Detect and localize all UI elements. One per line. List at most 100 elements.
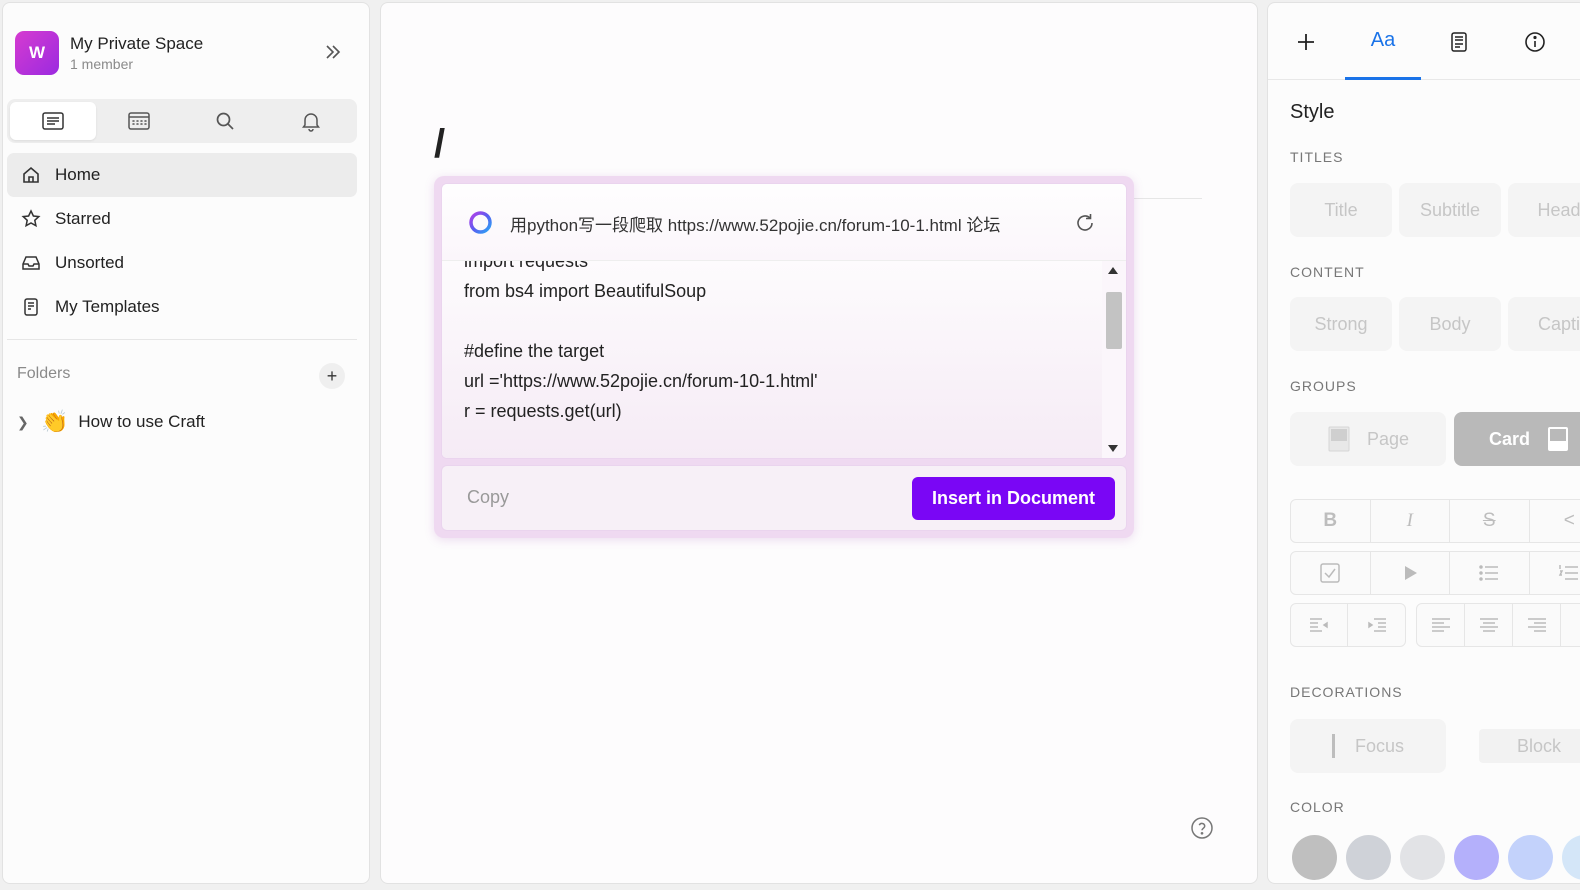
align-right-button[interactable] <box>1513 604 1561 646</box>
align-center-button[interactable] <box>1465 604 1513 646</box>
sidebar: W My Private Space 1 member Home Starred <box>2 2 370 884</box>
content-section-label: CONTENT <box>1290 264 1365 280</box>
outdent-button[interactable] <box>1291 604 1349 646</box>
style-title-chip[interactable]: Title <box>1290 183 1392 237</box>
help-icon[interactable] <box>1190 816 1214 840</box>
add-folder-button[interactable]: + <box>319 363 345 389</box>
sidebar-item-home[interactable]: Home <box>7 153 357 197</box>
color-swatch[interactable] <box>1454 835 1499 880</box>
tab-info[interactable] <box>1497 3 1573 80</box>
code-line: #define the target <box>464 341 605 361</box>
space-avatar[interactable]: W <box>15 31 59 75</box>
group-page-chip[interactable]: Page <box>1290 412 1446 466</box>
bold-button[interactable]: B <box>1291 500 1371 542</box>
code-line: r = requests.get(url) <box>464 401 622 421</box>
chevron-right-icon[interactable]: ❯ <box>17 414 33 431</box>
style-caption-chip[interactable]: Capti <box>1508 297 1580 351</box>
template-icon <box>24 298 38 316</box>
scroll-down-arrow-icon[interactable] <box>1108 445 1118 452</box>
editor-slash-command[interactable]: / <box>434 122 445 167</box>
code-line: from bs4 import BeautifulSoup <box>464 281 707 301</box>
space-name[interactable]: My Private Space <box>70 34 203 54</box>
notifications-button[interactable] <box>268 102 354 140</box>
alignment-toolbar <box>1416 603 1580 647</box>
color-swatch[interactable] <box>1400 835 1445 880</box>
document-info-icon <box>1451 31 1467 52</box>
numbered-list-icon <box>1559 565 1579 580</box>
plus-icon: + <box>326 365 338 386</box>
strikethrough-button[interactable]: S <box>1450 500 1530 542</box>
bullet-list-button[interactable] <box>1450 552 1530 594</box>
ai-prompt-text: 用python写一段爬取 https://www.52pojie.cn/foru… <box>510 216 1001 235</box>
indent-toolbar <box>1290 603 1406 647</box>
tab-style[interactable]: Aa <box>1345 3 1421 80</box>
style-heading-chip[interactable]: Head <box>1508 183 1580 237</box>
decoration-focus-chip[interactable]: Focus <box>1290 719 1446 773</box>
code-button[interactable]: < <box>1530 500 1580 542</box>
collapse-sidebar-icon[interactable] <box>322 41 344 63</box>
titles-section-label: TITLES <box>1290 149 1344 165</box>
calendar-view-button[interactable] <box>96 102 182 140</box>
view-switcher <box>7 99 357 143</box>
toggle-button[interactable] <box>1371 552 1450 594</box>
numbered-list-button[interactable] <box>1530 552 1580 594</box>
toggle-triangle-icon <box>1404 566 1417 580</box>
tab-document[interactable] <box>1421 3 1497 80</box>
align-left-button[interactable] <box>1417 604 1465 646</box>
color-swatch[interactable] <box>1508 835 1553 880</box>
indent-icon <box>1367 618 1386 632</box>
ai-assistant-icon <box>469 211 492 234</box>
checkbox-icon <box>1320 563 1340 583</box>
code-scrollbar[interactable] <box>1102 261 1126 458</box>
ai-prompt-row: 用python写一段爬取 https://www.52pojie.cn/foru… <box>442 184 1126 261</box>
sidebar-item-templates[interactable]: My Templates <box>7 285 357 329</box>
search-button[interactable] <box>182 102 268 140</box>
sidebar-divider <box>7 339 357 340</box>
code-line: import requests <box>464 261 589 271</box>
todo-button[interactable] <box>1291 552 1371 594</box>
outdent-icon <box>1310 618 1328 632</box>
style-strong-chip[interactable]: Strong <box>1290 297 1392 351</box>
insert-in-document-button[interactable]: Insert in Document <box>912 477 1115 520</box>
group-card-chip[interactable]: Card <box>1454 412 1580 466</box>
bell-icon <box>302 113 320 132</box>
home-icon <box>23 166 39 183</box>
group-card-label: Card <box>1489 428 1531 449</box>
folder-item[interactable]: ❯ 👏 How to use Craft <box>17 407 205 437</box>
groups-section-label: GROUPS <box>1290 378 1357 394</box>
decoration-block-chip[interactable]: Block <box>1474 719 1580 773</box>
documents-icon <box>42 112 64 130</box>
color-swatch[interactable] <box>1346 835 1391 880</box>
sidebar-item-starred[interactable]: Starred <box>7 197 357 241</box>
space-header[interactable]: W My Private Space 1 member <box>15 31 360 79</box>
copy-button[interactable]: Copy <box>467 487 509 508</box>
sidebar-item-label: My Templates <box>55 297 160 316</box>
indent-button[interactable] <box>1348 604 1405 646</box>
color-swatch[interactable] <box>1292 835 1337 880</box>
ai-actions-bar: Copy Insert in Document <box>441 465 1127 531</box>
scroll-up-arrow-icon[interactable] <box>1108 267 1118 274</box>
style-subtitle-chip[interactable]: Subtitle <box>1399 183 1501 237</box>
card-icon <box>1548 427 1569 451</box>
sidebar-nav: Home Starred Unsorted My Templates <box>7 153 357 329</box>
folder-emoji-icon: 👏 <box>41 409 69 434</box>
sidebar-item-unsorted[interactable]: Unsorted <box>7 241 357 285</box>
info-icon <box>1525 31 1545 52</box>
style-body-chip[interactable]: Body <box>1399 297 1501 351</box>
folders-heading: Folders <box>17 365 71 382</box>
tab-insert[interactable] <box>1268 3 1344 80</box>
align-center-icon <box>1479 618 1498 632</box>
code-line: url ='https://www.52pojie.cn/forum-10-1.… <box>464 371 818 391</box>
sidebar-item-label: Unsorted <box>55 253 124 272</box>
italic-button[interactable]: I <box>1371 500 1450 542</box>
ai-code-output[interactable]: import requests from bs4 import Beautifu… <box>442 261 1104 458</box>
star-icon <box>21 209 41 228</box>
documents-view-button[interactable] <box>10 102 96 140</box>
plus-icon <box>1298 33 1314 50</box>
align-justify-button[interactable] <box>1561 604 1580 646</box>
color-swatch[interactable] <box>1562 835 1580 880</box>
inbox-icon <box>22 256 40 270</box>
group-page-label: Page <box>1366 428 1410 449</box>
refresh-icon[interactable] <box>1074 212 1096 234</box>
scrollbar-thumb[interactable] <box>1106 292 1122 349</box>
